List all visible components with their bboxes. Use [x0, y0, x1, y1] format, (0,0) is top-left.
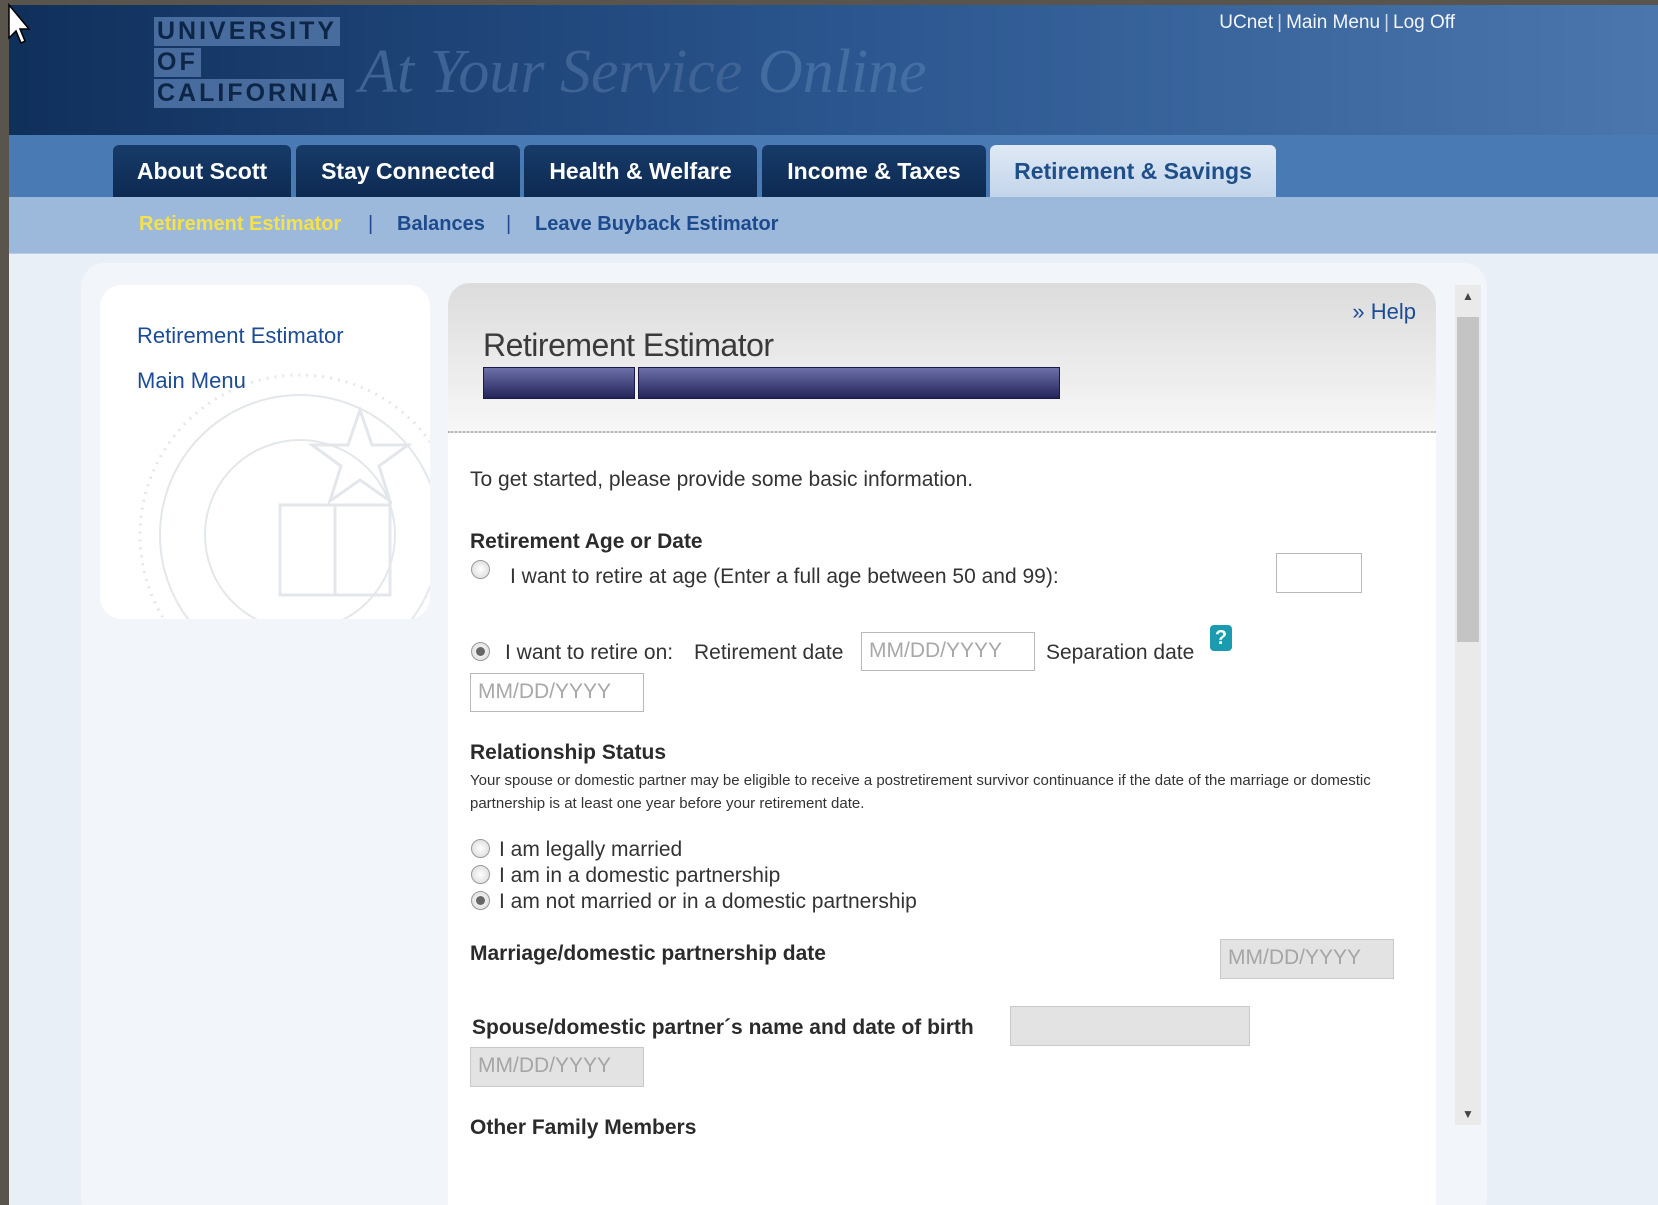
- subnav-leave-buyback[interactable]: Leave Buyback Estimator: [535, 213, 778, 236]
- retirement-age-input[interactable]: [1276, 553, 1362, 593]
- other-family-heading: Other Family Members: [470, 1116, 697, 1139]
- scrollbar[interactable]: ▲ ▼: [1455, 285, 1481, 1125]
- redaction-block: [638, 367, 1060, 399]
- scroll-up-arrow-icon[interactable]: ▲: [1455, 285, 1481, 307]
- subnav-separator: |: [368, 213, 374, 235]
- married-radio[interactable]: [471, 839, 490, 858]
- help-question-icon[interactable]: ?: [1210, 625, 1232, 651]
- panel-header: » Help Retirement Estimator: [448, 283, 1436, 433]
- site-header: UNIVERSITY OF CALIFORNIA At Your Service…: [9, 5, 1658, 135]
- sub-navigation: Retirement Estimator | Balances | Leave …: [9, 197, 1658, 254]
- page-title: Retirement Estimator: [483, 327, 774, 363]
- left-sidebar: Retirement Estimator Main Menu: [100, 285, 430, 619]
- marriage-date-label: Marriage/domestic partnership date: [470, 942, 826, 965]
- relationship-note: Your spouse or domestic partner may be e…: [470, 772, 1371, 812]
- domestic-partnership-radio[interactable]: [471, 865, 490, 884]
- not-married-radio[interactable]: [471, 891, 490, 910]
- spouse-dob-input[interactable]: MM/DD/YYYY: [470, 1047, 644, 1087]
- main-tab-bar: About Scott Stay Connected Health & Welf…: [9, 135, 1658, 197]
- retirement-date-label: Retirement date: [694, 641, 844, 664]
- not-married-label: I am not married or in a domestic partne…: [499, 890, 917, 913]
- logo-line: OF: [154, 48, 201, 77]
- log-off-link[interactable]: Log Off: [1393, 12, 1455, 33]
- marriage-date-input[interactable]: MM/DD/YYYY: [1220, 939, 1394, 979]
- tab-health-welfare[interactable]: Health & Welfare: [524, 145, 757, 197]
- retire-on-date-radio[interactable]: [471, 642, 490, 661]
- domestic-partnership-label: I am in a domestic partnership: [499, 864, 781, 887]
- retire-at-age-radio[interactable]: [471, 560, 490, 579]
- site-title-main: At Your Service: [359, 38, 743, 106]
- site-title-fade: Online: [757, 38, 927, 106]
- site-title: At Your Service Online: [359, 37, 927, 108]
- logo-line: CALIFORNIA: [154, 79, 345, 108]
- ucnet-link[interactable]: UCnet: [1219, 12, 1273, 33]
- tab-about[interactable]: About Scott: [113, 145, 291, 197]
- utility-separator: |: [1384, 12, 1390, 33]
- subnav-balances[interactable]: Balances: [397, 213, 485, 236]
- main-panel: » Help Retirement Estimator To get start…: [448, 283, 1436, 1205]
- university-seal-watermark: [138, 373, 430, 619]
- sidebar-link-main-menu[interactable]: Main Menu: [137, 368, 246, 394]
- married-label: I am legally married: [499, 838, 683, 861]
- subnav-retirement-estimator[interactable]: Retirement Estimator: [139, 213, 341, 236]
- spouse-name-input[interactable]: [1010, 1006, 1250, 1046]
- logo-line: UNIVERSITY: [154, 17, 341, 46]
- tab-retirement-savings[interactable]: Retirement & Savings: [990, 145, 1276, 197]
- separation-date-input[interactable]: MM/DD/YYYY: [470, 673, 644, 712]
- university-logo[interactable]: UNIVERSITY OF CALIFORNIA: [154, 17, 345, 113]
- subnav-separator: |: [506, 213, 512, 235]
- tab-stay-connected[interactable]: Stay Connected: [296, 145, 520, 197]
- retirement-date-input[interactable]: MM/DD/YYYY: [861, 632, 1035, 671]
- redaction-block: [483, 367, 635, 399]
- utility-separator: |: [1277, 12, 1283, 33]
- spouse-info-label: Spouse/domestic partner´s name and date …: [472, 1016, 974, 1039]
- utility-nav: UCnet | Main Menu | Log Off: [1219, 12, 1455, 34]
- mouse-pointer-icon: [8, 2, 30, 45]
- relationship-section-heading: Relationship Status: [470, 741, 667, 764]
- sidebar-link-retirement-estimator[interactable]: Retirement Estimator: [137, 323, 344, 349]
- retire-at-age-label: I want to retire at age (Enter a full ag…: [510, 565, 1059, 588]
- retire-on-label: I want to retire on:: [505, 641, 674, 664]
- scroll-down-arrow-icon[interactable]: ▼: [1455, 1103, 1481, 1125]
- scroll-thumb[interactable]: [1457, 317, 1479, 642]
- separation-date-label: Separation date: [1046, 641, 1195, 664]
- retirement-section-heading: Retirement Age or Date: [470, 530, 703, 553]
- tab-income-taxes[interactable]: Income & Taxes: [762, 145, 986, 197]
- help-link[interactable]: » Help: [1352, 299, 1416, 325]
- intro-text: To get started, please provide some basi…: [470, 468, 974, 491]
- browser-viewport: UNIVERSITY OF CALIFORNIA At Your Service…: [9, 5, 1658, 1205]
- main-menu-link[interactable]: Main Menu: [1286, 12, 1380, 33]
